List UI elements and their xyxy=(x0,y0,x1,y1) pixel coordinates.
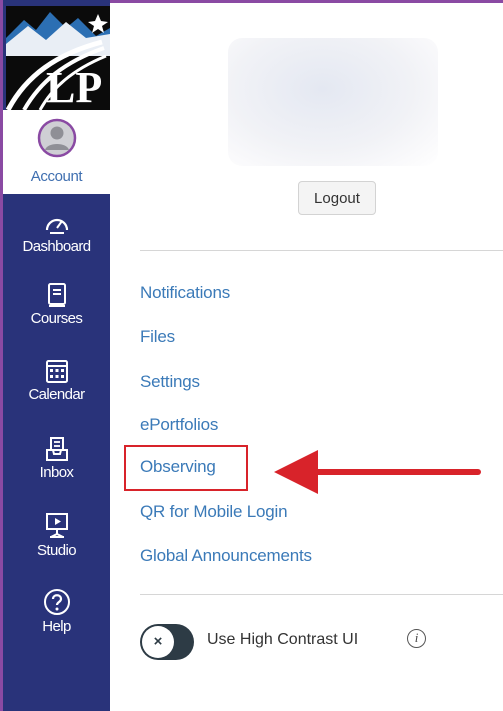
link-global-announcements[interactable]: Global Announcements xyxy=(140,546,312,566)
link-notifications[interactable]: Notifications xyxy=(140,283,230,303)
nav-item-label: Help xyxy=(42,618,71,635)
nav-item-account[interactable]: Account xyxy=(3,110,110,194)
nav-item-inbox[interactable]: Inbox xyxy=(3,436,110,512)
link-settings[interactable]: Settings xyxy=(140,372,200,392)
red-arrow-icon xyxy=(274,450,481,494)
inbox-icon xyxy=(45,437,68,461)
logout-button[interactable]: Logout xyxy=(298,181,376,215)
nav-item-calendar[interactable]: Calendar xyxy=(3,358,110,434)
nav-item-studio[interactable]: Studio xyxy=(3,512,110,588)
dashboard-icon xyxy=(45,218,68,234)
nav-item-label: Account xyxy=(30,168,83,185)
high-contrast-toggle[interactable]: × xyxy=(140,624,194,660)
avatar-icon xyxy=(37,118,77,158)
link-files[interactable]: Files xyxy=(140,327,175,347)
studio-icon xyxy=(45,513,68,538)
user-avatar-blurred xyxy=(228,38,438,166)
logo-text: LP xyxy=(46,63,102,110)
divider xyxy=(140,594,503,595)
info-icon[interactable]: i xyxy=(407,629,426,648)
help-icon xyxy=(43,589,70,615)
divider xyxy=(140,250,503,251)
observing-highlight-box xyxy=(124,445,248,491)
global-navigation: LP Account Dashboard Courses Calendar In… xyxy=(0,0,110,711)
nav-item-label: Calendar xyxy=(28,386,85,403)
link-eportfolios[interactable]: ePortfolios xyxy=(140,415,218,435)
mountain-logo-icon: LP xyxy=(6,6,110,110)
calendar-icon xyxy=(45,360,68,383)
nav-item-label: Inbox xyxy=(39,464,74,481)
nav-item-dashboard[interactable]: Dashboard xyxy=(3,212,110,288)
nav-item-help[interactable]: Help xyxy=(3,588,110,664)
nav-item-courses[interactable]: Courses xyxy=(3,282,110,358)
link-qr-mobile-login[interactable]: QR for Mobile Login xyxy=(140,502,288,522)
nav-item-label: Courses xyxy=(30,310,83,327)
nav-item-label: Dashboard xyxy=(22,238,92,255)
nav-item-label: Studio xyxy=(37,542,77,559)
school-logo[interactable]: LP xyxy=(6,6,110,110)
high-contrast-label: Use High Contrast UI xyxy=(207,631,359,648)
tray-top-border xyxy=(110,0,503,3)
toggle-x-icon: × xyxy=(142,626,174,658)
courses-icon xyxy=(47,283,66,307)
